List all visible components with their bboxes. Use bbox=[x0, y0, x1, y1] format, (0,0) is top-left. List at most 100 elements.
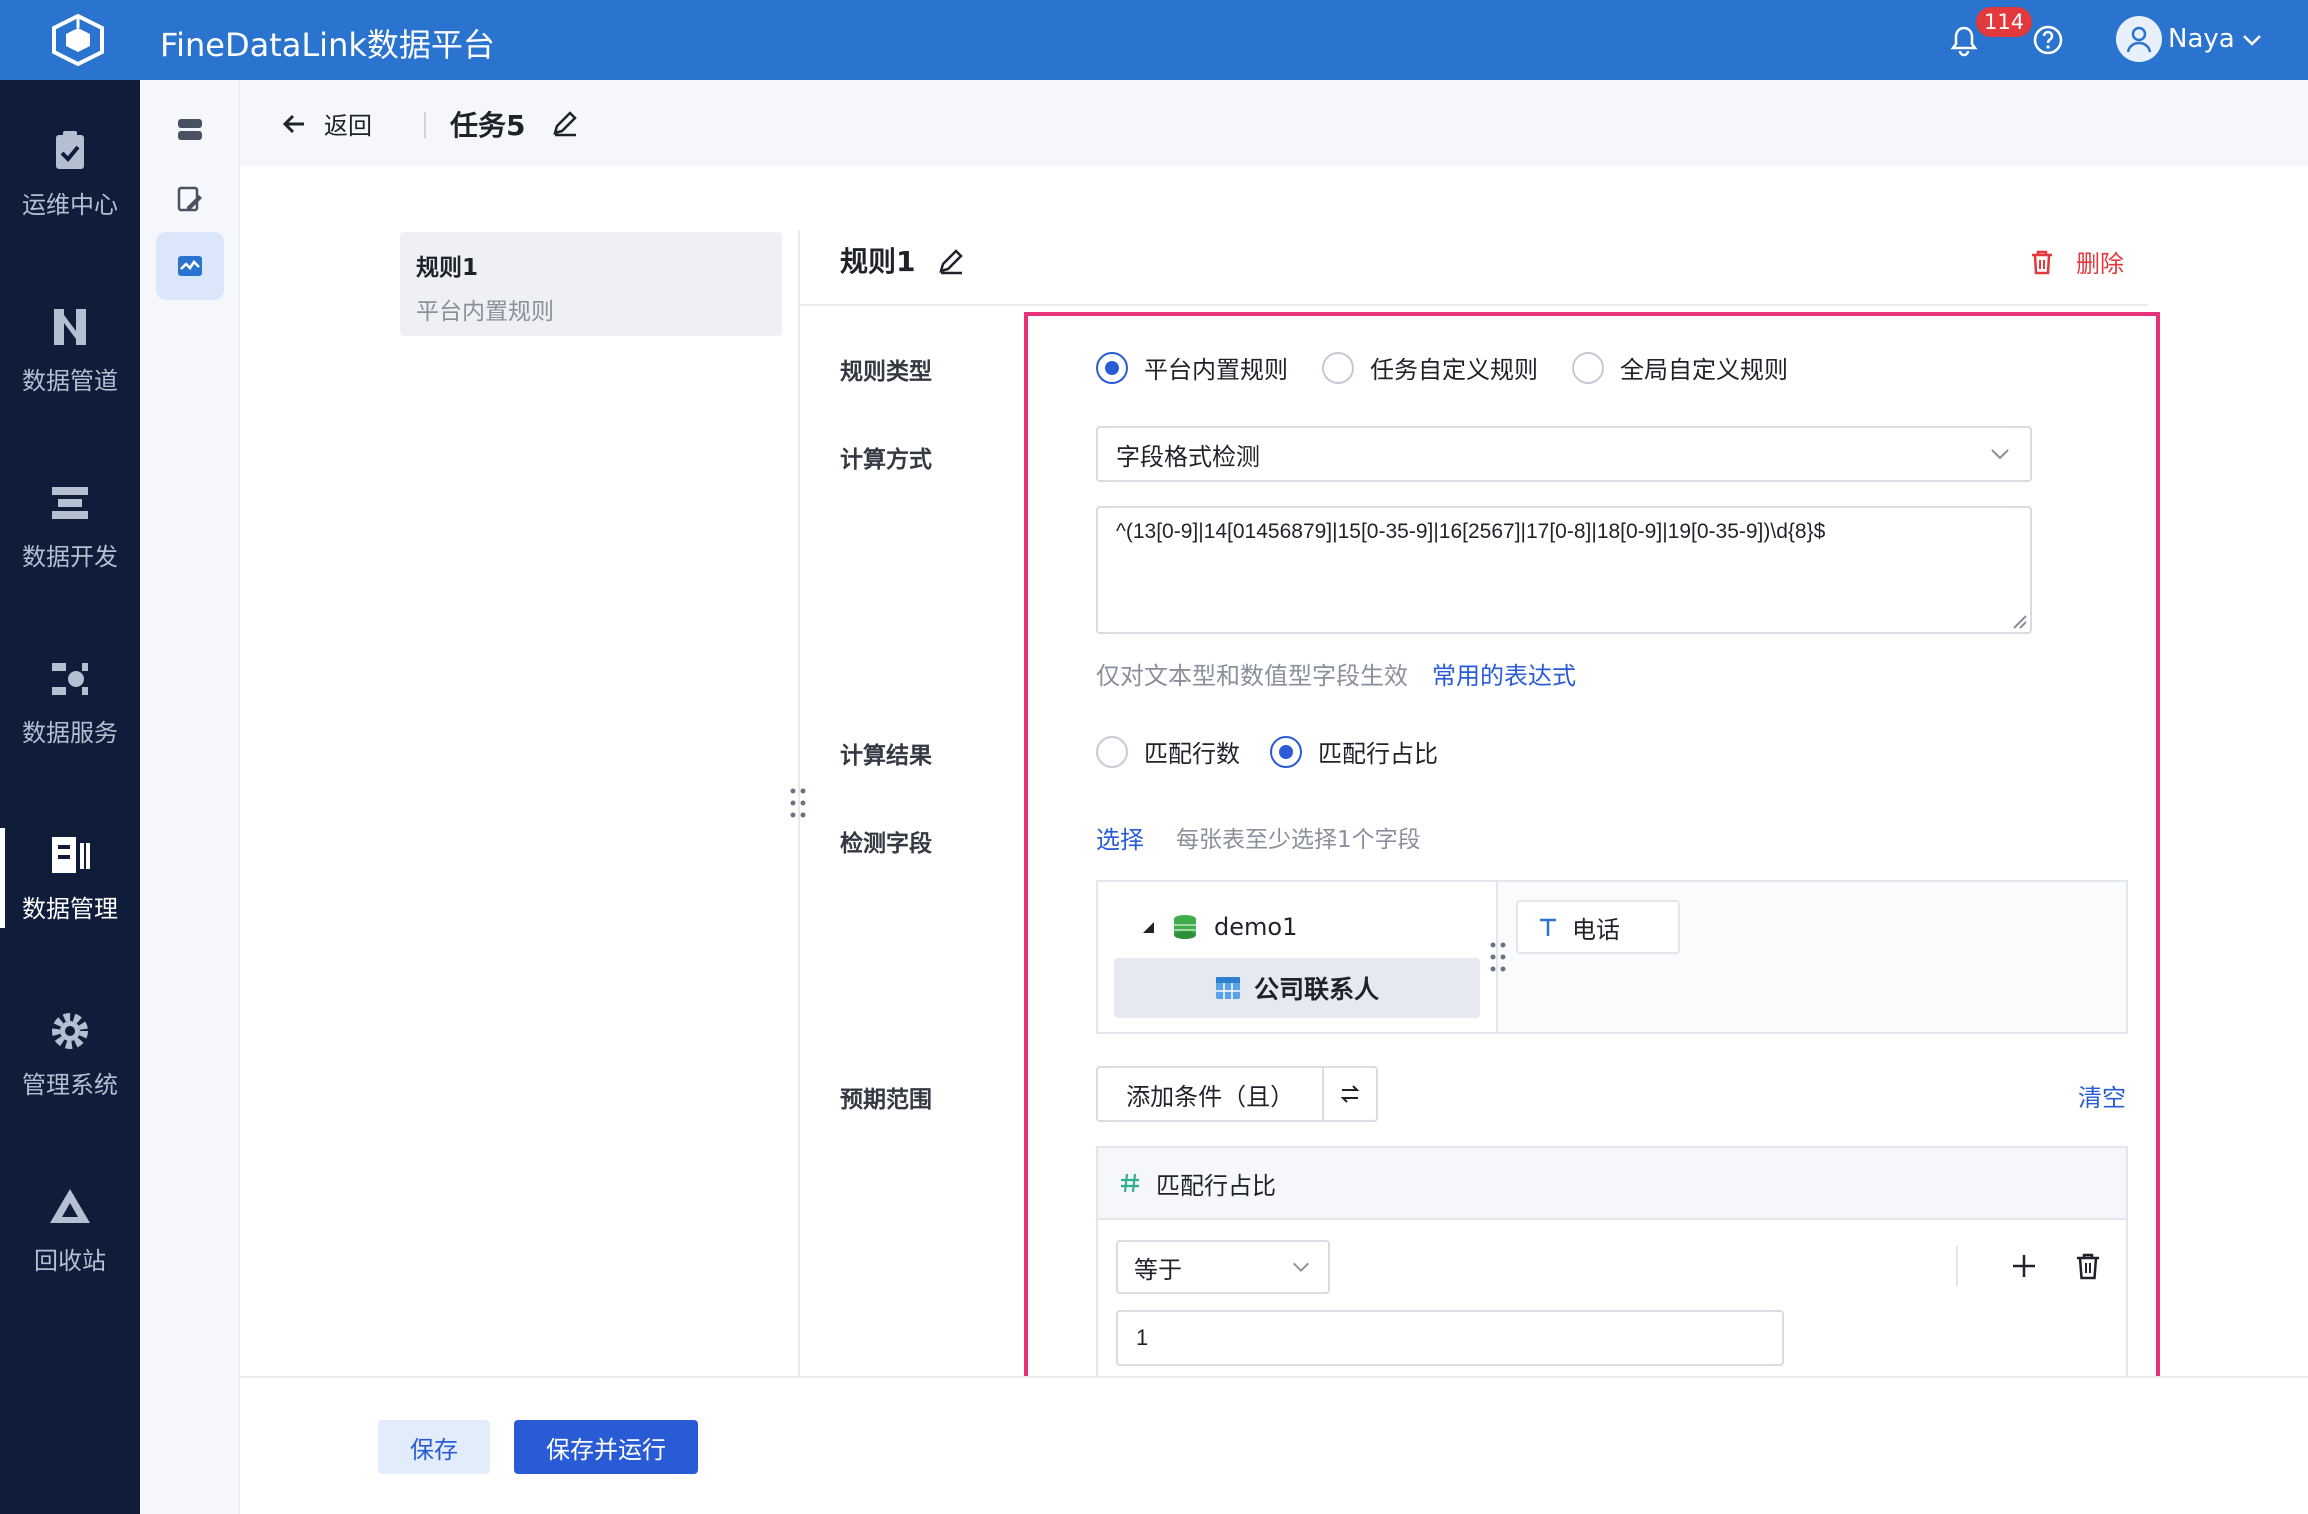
trash-icon bbox=[2032, 250, 2052, 274]
radio-match-ratio[interactable]: 匹配行占比 bbox=[1270, 734, 1438, 769]
left-nav: 运维中心 数据管道 数据开发 数据服务 数据管理 管理系统 回收站 bbox=[0, 80, 140, 1514]
recycle-icon bbox=[50, 1188, 90, 1223]
nav-label: 回收站 bbox=[34, 1246, 106, 1275]
app-title: FineDataLink数据平台 bbox=[160, 26, 495, 64]
text-type-icon bbox=[1540, 918, 1556, 936]
nav-data-manage[interactable]: 数据管理 bbox=[0, 808, 140, 948]
table-icon bbox=[1216, 977, 1240, 999]
number-type-icon bbox=[1121, 1173, 1139, 1193]
radio-dot bbox=[1096, 351, 1128, 384]
rule-type-radio-group: 平台内置规则 任务自定义规则 全局自定义规则 bbox=[1096, 350, 1822, 385]
drag-handle-icon[interactable] bbox=[1488, 940, 1508, 974]
save-and-run-button[interactable]: 保存并运行 bbox=[514, 1420, 698, 1474]
nav-label: 数据开发 bbox=[22, 542, 118, 571]
nav-label: 数据服务 bbox=[22, 718, 118, 747]
operator-select[interactable]: 等于 bbox=[1116, 1240, 1330, 1294]
condition-value-input[interactable] bbox=[1116, 1310, 1784, 1366]
gear-icon bbox=[52, 1012, 88, 1049]
method-select[interactable]: 字段格式检测 bbox=[1096, 426, 2032, 482]
sub-nav bbox=[140, 80, 240, 1514]
avatar[interactable] bbox=[2116, 16, 2162, 62]
add-condition-group: 添加条件（且） bbox=[1096, 1066, 1378, 1122]
radio-dot bbox=[1270, 735, 1302, 768]
nav-ops-center[interactable]: 运维中心 bbox=[0, 104, 140, 244]
nav-service[interactable]: 数据服务 bbox=[0, 632, 140, 772]
username[interactable]: Naya bbox=[2168, 24, 2235, 54]
help-icon[interactable] bbox=[2030, 22, 2066, 58]
nav-dev[interactable]: 数据开发 bbox=[0, 456, 140, 596]
user-icon bbox=[2126, 26, 2152, 53]
tree-db-label: demo1 bbox=[1214, 913, 1298, 941]
condition-divider bbox=[1956, 1246, 1958, 1286]
radio-match-count[interactable]: 匹配行数 bbox=[1096, 734, 1240, 769]
label-fields: 检测字段 bbox=[840, 831, 932, 857]
tree-node-database[interactable]: demo1 bbox=[1140, 912, 1297, 942]
switch-logic-button[interactable] bbox=[1324, 1068, 1376, 1120]
nav-pipeline[interactable]: 数据管道 bbox=[0, 280, 140, 420]
pipeline-icon bbox=[54, 308, 86, 345]
label-result: 计算结果 bbox=[840, 743, 932, 769]
expression-textarea[interactable]: ^(13[0-9]|14[01456879]|15[0-35-9]|16[256… bbox=[1096, 506, 2032, 634]
chevron-down-icon bbox=[1991, 449, 2009, 460]
radio-dot bbox=[1572, 351, 1604, 384]
edit-icon[interactable] bbox=[936, 246, 966, 276]
notification-badge: 114 bbox=[1976, 7, 2033, 37]
breadcrumb-divider bbox=[424, 112, 426, 138]
radio-platform-rule[interactable]: 平台内置规则 bbox=[1096, 350, 1288, 385]
rule-list-subtitle: 平台内置规则 bbox=[416, 299, 554, 325]
nav-label: 数据管理 bbox=[22, 894, 118, 923]
radio-global-rule[interactable]: 全局自定义规则 bbox=[1572, 350, 1788, 385]
page-title: 任务5 bbox=[450, 109, 526, 142]
table-tree: demo1 公司联系人 bbox=[1098, 882, 1498, 1032]
radio-label: 匹配行占比 bbox=[1318, 740, 1438, 768]
service-icon bbox=[52, 662, 88, 695]
clipboard-check-icon bbox=[56, 130, 84, 169]
nav-label: 运维中心 bbox=[22, 190, 118, 219]
rule-list-item[interactable]: 规则1 平台内置规则 bbox=[400, 232, 782, 336]
database-icon bbox=[178, 119, 202, 140]
tree-node-table[interactable]: 公司联系人 bbox=[1114, 958, 1480, 1018]
rule-list-name: 规则1 bbox=[416, 255, 479, 281]
add-condition-button[interactable]: 添加条件（且） bbox=[1098, 1068, 1325, 1120]
condition-name: 匹配行占比 bbox=[1156, 1171, 1276, 1200]
radio-label: 任务自定义规则 bbox=[1370, 356, 1538, 384]
operator-value: 等于 bbox=[1134, 1255, 1182, 1284]
nav-label: 数据管道 bbox=[22, 366, 118, 395]
radio-label: 全局自定义规则 bbox=[1620, 356, 1788, 384]
clear-link[interactable]: 清空 bbox=[2078, 1078, 2126, 1113]
condition-panel: 匹配行占比 等于 bbox=[1096, 1146, 2128, 1378]
breadcrumb: 返回 任务5 bbox=[240, 80, 2308, 166]
dev-icon bbox=[52, 486, 88, 519]
swap-icon bbox=[1340, 1085, 1360, 1103]
subnav-database[interactable] bbox=[156, 96, 224, 164]
arrow-left-icon bbox=[282, 114, 304, 133]
radio-task-rule[interactable]: 任务自定义规则 bbox=[1322, 350, 1538, 385]
edit-icon[interactable] bbox=[550, 108, 580, 138]
select-fields-link[interactable]: 选择 bbox=[1096, 820, 1144, 855]
method-value: 字段格式检测 bbox=[1116, 442, 1260, 471]
trash-icon[interactable] bbox=[2072, 1250, 2104, 1282]
subnav-edit-doc[interactable] bbox=[156, 166, 224, 234]
tree-table-label: 公司联系人 bbox=[1254, 975, 1380, 1004]
plus-icon[interactable] bbox=[2008, 1250, 2040, 1282]
drag-handle-icon[interactable] bbox=[788, 786, 808, 820]
save-button[interactable]: 保存 bbox=[378, 1420, 490, 1474]
nav-label: 管理系统 bbox=[22, 1070, 118, 1099]
nav-system[interactable]: 管理系统 bbox=[0, 984, 140, 1124]
back-button[interactable]: 返回 bbox=[280, 106, 372, 141]
field-tag[interactable]: 电话 bbox=[1516, 900, 1680, 954]
nav-recycle[interactable]: 回收站 bbox=[0, 1160, 140, 1300]
subnav-quality[interactable] bbox=[156, 232, 224, 300]
chevron-down-icon[interactable] bbox=[2240, 28, 2264, 52]
chevron-down-icon bbox=[1293, 1262, 1309, 1272]
resize-grip-icon[interactable] bbox=[2010, 612, 2028, 630]
delete-button[interactable]: 删除 bbox=[2028, 244, 2124, 279]
top-header: FineDataLink数据平台 114 Naya bbox=[0, 0, 2308, 80]
radio-label: 匹配行数 bbox=[1144, 740, 1240, 768]
caret-down-icon bbox=[1143, 922, 1154, 933]
label-rule-type: 规则类型 bbox=[840, 359, 932, 385]
common-expressions-link[interactable]: 常用的表达式 bbox=[1432, 656, 1576, 691]
app-logo-icon[interactable] bbox=[50, 14, 106, 66]
radio-dot bbox=[1096, 735, 1128, 768]
footer: 保存 保存并运行 bbox=[240, 1376, 2308, 1514]
